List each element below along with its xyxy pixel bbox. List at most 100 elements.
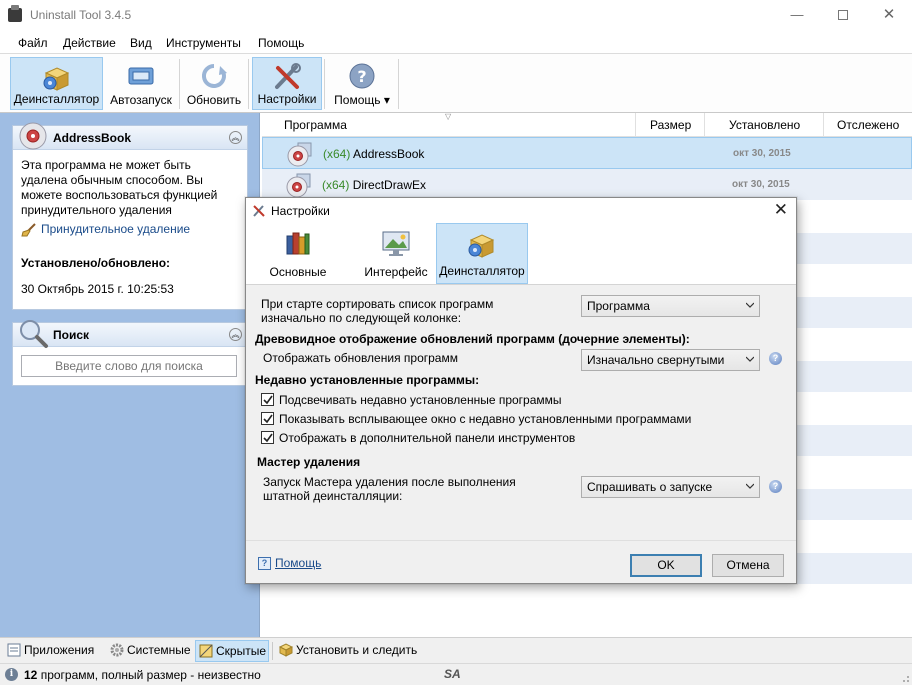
- apps-icon: [7, 643, 21, 657]
- extra-toolbar-label: Отображать в дополнительной панели инстр…: [279, 431, 576, 445]
- column-divider[interactable]: [823, 113, 824, 137]
- sidebar: AddressBook ︽ Эта программа не может быт…: [0, 113, 260, 637]
- help-circle-icon: ?: [349, 63, 375, 89]
- updates-combo[interactable]: Изначально свернутыми: [581, 349, 760, 371]
- tab-uninstaller-label: Деинсталлятор: [439, 264, 525, 278]
- category-tabs: Приложения Системные Скрытые Установить …: [0, 637, 912, 663]
- help-question-icon[interactable]: ?: [769, 352, 782, 365]
- dialog-help-link[interactable]: ? Помощь: [258, 556, 321, 570]
- tab-interface-label: Интерфейс: [364, 265, 428, 279]
- app-details-title: AddressBook: [53, 131, 132, 145]
- resize-grip-icon[interactable]: [900, 673, 910, 683]
- monitor-icon: [382, 231, 410, 256]
- status-logo: SA: [444, 667, 461, 681]
- disc-box-icon: [286, 173, 311, 198]
- tab-general-label: Основные: [269, 265, 327, 279]
- hidden-icon: [199, 644, 213, 658]
- menu-help[interactable]: Помощь: [258, 36, 304, 50]
- menu-view[interactable]: Вид: [130, 36, 152, 50]
- dialog-body: При старте сортировать список программ и…: [246, 285, 796, 540]
- close-button[interactable]: ✕: [866, 0, 912, 31]
- col-size[interactable]: Размер: [650, 118, 691, 132]
- chevron-down-icon: [746, 483, 754, 489]
- autorun-icon: [128, 67, 154, 85]
- menu-tools[interactable]: Инструменты: [166, 36, 241, 50]
- search-input[interactable]: [21, 355, 237, 377]
- search-header[interactable]: Поиск ︽: [13, 320, 247, 348]
- tab-hidden[interactable]: Скрытые: [195, 640, 269, 662]
- updates-label: Отображать обновления программ: [263, 351, 458, 365]
- recent-header: Недавно установленные программы:: [255, 373, 480, 387]
- status-bar: i 12 программ, полный размер - неизвестн…: [0, 663, 912, 685]
- search-card: Поиск ︽: [12, 320, 248, 386]
- autorun-label: Автозапуск: [110, 93, 172, 107]
- help-button[interactable]: ? Помощь ▾: [328, 57, 396, 110]
- menu-file[interactable]: Файл: [18, 36, 48, 50]
- chevron-down-icon: [746, 302, 754, 308]
- app-details-header[interactable]: AddressBook ︽: [13, 122, 247, 150]
- column-divider[interactable]: [704, 113, 705, 137]
- help-question-icon[interactable]: ?: [769, 480, 782, 493]
- tab-uninstaller[interactable]: Деинсталлятор: [436, 223, 528, 284]
- uninstaller-button[interactable]: Деинсталлятор: [10, 57, 103, 110]
- autorun-button[interactable]: Автозапуск: [105, 57, 177, 110]
- popup-recent-checkbox[interactable]: [261, 412, 274, 425]
- settings-dialog: Настройки ✕ Основные Интерфейс Деинсталл…: [245, 197, 797, 584]
- extra-toolbar-checkbox[interactable]: [261, 431, 274, 444]
- toolbar: Деинсталлятор Автозапуск Обновить Настро…: [0, 53, 912, 113]
- settings-button[interactable]: Настройки: [252, 57, 322, 110]
- installed-value: 30 Октябрь 2015 г. 10:25:53: [21, 282, 174, 296]
- program-name: (x64) DirectDrawEx: [322, 178, 427, 192]
- gear-icon: [110, 643, 124, 657]
- minimize-button[interactable]: —: [774, 0, 820, 31]
- wizard-combo[interactable]: Спрашивать о запуске: [581, 476, 760, 498]
- broom-icon: [21, 222, 36, 236]
- highlight-recent-checkbox[interactable]: [261, 393, 274, 406]
- tab-interface[interactable]: Интерфейс: [356, 223, 436, 284]
- cancel-button[interactable]: Отмена: [712, 554, 784, 577]
- maximize-button[interactable]: [820, 0, 866, 31]
- col-program[interactable]: Программа: [284, 118, 347, 132]
- tools-icon: [253, 205, 265, 217]
- toolbar-separator: [179, 59, 180, 109]
- tab-separator: [272, 642, 273, 660]
- tab-install-track-label: Установить и следить: [296, 643, 418, 657]
- tree-header: Древовидное отображение обновлений прогр…: [255, 332, 690, 346]
- search-title: Поиск: [53, 328, 90, 342]
- uninstaller-label: Деинсталлятор: [13, 92, 100, 106]
- col-tracked[interactable]: Отслежено: [837, 118, 899, 132]
- dialog-title: Настройки: [271, 204, 330, 218]
- highlight-recent-label: Подсвечивать недавно установленные прогр…: [279, 393, 562, 407]
- tab-apps-label: Приложения: [24, 643, 95, 657]
- refresh-label: Обновить: [186, 93, 242, 107]
- tab-install-track[interactable]: Установить и следить: [276, 640, 420, 662]
- dialog-divider: [246, 540, 796, 541]
- refresh-button[interactable]: Обновить: [182, 57, 246, 110]
- box-icon: [279, 643, 293, 657]
- magnifier-icon: [20, 320, 48, 348]
- dialog-close-button[interactable]: ✕: [774, 200, 788, 220]
- help-label: Помощь ▾: [334, 93, 390, 107]
- tab-general[interactable]: Основные: [260, 223, 336, 284]
- program-name: (x64) AddressBook: [323, 147, 425, 161]
- table-row[interactable]: [262, 585, 912, 617]
- status-text: 12 программ, полный размер - неизвестно: [24, 668, 261, 682]
- tab-system[interactable]: Системные: [107, 640, 192, 662]
- program-date: окт 30, 2015: [732, 179, 790, 190]
- dialog-tabs: Основные Интерфейс Деинсталлятор: [246, 223, 796, 285]
- col-installed[interactable]: Установлено: [729, 118, 800, 132]
- chevron-down-icon: [746, 356, 754, 362]
- tab-apps[interactable]: Приложения: [4, 640, 104, 662]
- ok-button[interactable]: OK: [630, 554, 702, 577]
- menu-action[interactable]: Действие: [63, 36, 116, 50]
- dialog-title-bar[interactable]: Настройки ✕: [246, 198, 796, 223]
- svg-text:?: ?: [357, 67, 366, 86]
- sort-combo[interactable]: Программа: [581, 295, 760, 317]
- collapse-icon[interactable]: ︽: [229, 131, 242, 144]
- force-uninstall-link[interactable]: Принудительное удаление: [21, 222, 239, 237]
- column-divider[interactable]: [635, 113, 636, 137]
- updates-combo-value: Изначально свернутыми: [587, 353, 725, 367]
- list-header: ▽ Программа Размер Установлено Отслежено: [262, 112, 912, 137]
- table-row[interactable]: (x64) AddressBook окт 30, 2015: [262, 137, 912, 169]
- collapse-icon[interactable]: ︽: [229, 328, 242, 341]
